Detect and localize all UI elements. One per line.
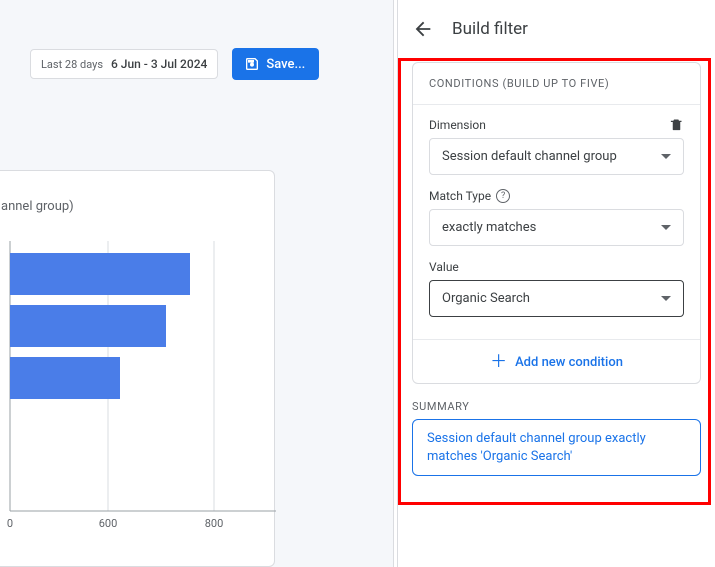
x-tick-2: 800 xyxy=(205,517,224,530)
date-range-picker[interactable]: Last 28 days 6 Jun - 3 Jul 2024 xyxy=(30,49,218,79)
bar-2 xyxy=(10,357,120,399)
trash-icon[interactable] xyxy=(669,117,684,132)
panel-title: Build filter xyxy=(452,19,528,39)
add-condition-button[interactable]: ＋ Add new condition xyxy=(490,355,623,370)
summary-label: SUMMARY xyxy=(412,400,701,413)
value-select[interactable]: Organic Search xyxy=(429,280,684,317)
value-value: Organic Search xyxy=(442,291,530,306)
conditions-header: CONDITIONS (BUILD UP TO FIVE) xyxy=(413,63,700,105)
date-range-label: Last 28 days xyxy=(41,58,103,71)
vertical-divider xyxy=(393,0,394,567)
dimension-label: Dimension xyxy=(429,118,486,132)
chart-title-fragment: annel group) xyxy=(1,199,74,214)
dimension-select[interactable]: Session default channel group xyxy=(429,138,684,175)
conditions-card: CONDITIONS (BUILD UP TO FIVE) Dimension … xyxy=(412,62,701,384)
help-icon[interactable]: ? xyxy=(496,189,510,203)
save-button[interactable]: Save... xyxy=(232,48,319,80)
dimension-value: Session default channel group xyxy=(442,149,617,164)
build-filter-panel: Build filter CONDITIONS (BUILD UP TO FIV… xyxy=(398,0,715,567)
add-condition-row: ＋ Add new condition xyxy=(413,339,700,383)
match-type-select[interactable]: exactly matches xyxy=(429,209,684,246)
chart-card: annel group) 0 600 800 xyxy=(0,170,275,567)
report-canvas: Last 28 days 6 Jun - 3 Jul 2024 Save... … xyxy=(0,0,393,567)
save-button-label: Save... xyxy=(266,57,305,72)
plus-icon: ＋ xyxy=(490,356,507,369)
x-tick-1: 600 xyxy=(99,517,118,530)
match-type-value: exactly matches xyxy=(442,220,536,235)
x-tick-0: 0 xyxy=(7,517,13,530)
report-toolbar: Last 28 days 6 Jun - 3 Jul 2024 Save... xyxy=(30,48,319,80)
date-range-value: 6 Jun - 3 Jul 2024 xyxy=(111,57,207,71)
back-arrow-icon[interactable] xyxy=(412,18,434,40)
condition-row: Dimension Session default channel group … xyxy=(413,105,700,339)
chevron-down-icon xyxy=(661,296,671,301)
panel-header: Build filter xyxy=(398,0,715,58)
chevron-down-icon xyxy=(661,225,671,230)
save-icon xyxy=(244,56,260,72)
value-label: Value xyxy=(429,260,684,274)
bar-1 xyxy=(10,305,166,347)
summary-chip[interactable]: Session default channel group exactly ma… xyxy=(412,419,701,476)
add-condition-label: Add new condition xyxy=(515,355,623,370)
bar-0 xyxy=(10,253,190,295)
match-type-label: Match Type ? xyxy=(429,189,684,203)
chevron-down-icon xyxy=(661,154,671,159)
bar-chart: 0 600 800 xyxy=(0,241,276,551)
